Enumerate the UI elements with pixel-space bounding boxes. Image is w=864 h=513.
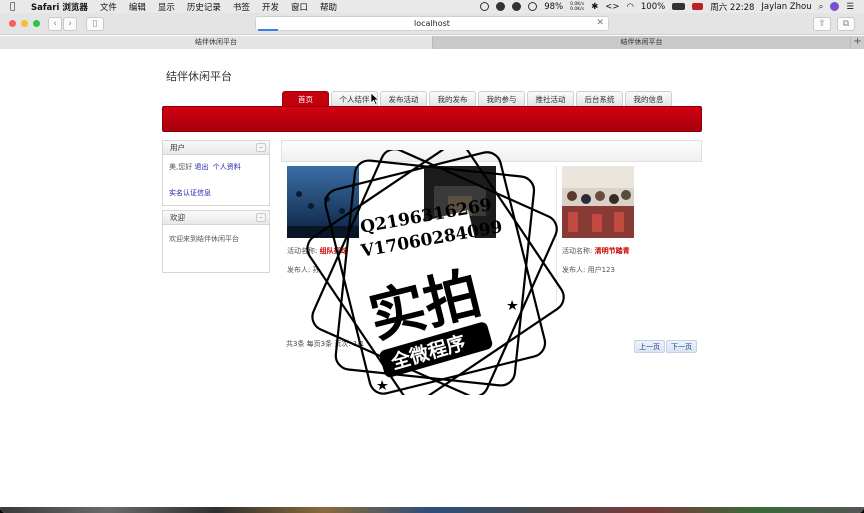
- menu-history[interactable]: 历史记录: [187, 1, 221, 13]
- tab-overview-icon[interactable]: ⧉: [837, 17, 855, 31]
- screen:  Safari 浏览器 文件 编辑 显示 历史记录 书签 开发 窗口 帮助 9…: [0, 0, 864, 513]
- safari-toolbar: ‹ › ▯ localhost ✕ ⇧ ⧉: [0, 13, 864, 35]
- menu-develop[interactable]: 开发: [262, 1, 279, 13]
- welcome-panel-header: 欢迎 –: [163, 211, 269, 225]
- loading-progress: [258, 29, 278, 31]
- verify-link[interactable]: 实名认证信息: [169, 189, 211, 197]
- minimize-window-icon[interactable]: [21, 20, 28, 27]
- qq-icon[interactable]: [512, 2, 522, 11]
- net-down-text: 0.0K/s: [570, 6, 585, 12]
- menu-file[interactable]: 文件: [100, 1, 117, 13]
- clock[interactable]: 周六 22:28: [710, 1, 754, 13]
- next-page-button[interactable]: 下一页: [666, 340, 697, 353]
- battery-ring-icon[interactable]: [528, 2, 538, 11]
- web-page: 结伴休闲平台 首页 个人结伴 发布活动 我的发布 我的参与 推社活动 后台系统 …: [0, 50, 864, 510]
- back-button[interactable]: ‹: [48, 17, 62, 31]
- nav-my-publish[interactable]: 我的发布: [429, 91, 476, 106]
- menu-window[interactable]: 窗口: [291, 1, 308, 13]
- menu-view[interactable]: 显示: [158, 1, 175, 13]
- notification-center-icon[interactable]: ☰: [846, 2, 854, 12]
- activity-name-line: 活动名称: 清明节踏青: [562, 246, 692, 256]
- macos-menubar:  Safari 浏览器 文件 编辑 显示 历史记录 书签 开发 窗口 帮助 9…: [0, 0, 864, 13]
- record-icon[interactable]: [480, 2, 490, 11]
- collapse-user-panel-button[interactable]: –: [256, 143, 266, 152]
- stop-loading-icon[interactable]: ✕: [596, 17, 604, 30]
- activity-name[interactable]: 清明节踏青: [595, 247, 630, 255]
- welcome-panel: 欢迎 – 欢迎来到结伴休闲平台: [162, 210, 270, 273]
- menu-bookmarks[interactable]: 书签: [233, 1, 250, 13]
- browser-tab-1[interactable]: 结伴休闲平台: [0, 36, 432, 49]
- greeting-text: 美,您好: [169, 163, 193, 171]
- activity-publisher-line: 发布人: 用户123: [562, 265, 692, 275]
- menu-app-safari[interactable]: Safari 浏览器: [31, 1, 88, 13]
- close-window-icon[interactable]: [9, 20, 16, 27]
- user-panel-header: 用户 –: [163, 141, 269, 155]
- status-area: 98% 0.0K/s 0.0K/s ✱ <> ◠ 100% 周六 22:28 J…: [480, 0, 854, 13]
- welcome-text: 欢迎来到结伴休闲平台: [169, 235, 239, 243]
- nav-my-participation[interactable]: 我的参与: [478, 91, 525, 106]
- user-panel-title: 用户: [170, 143, 185, 152]
- site-nav: 首页 个人结伴 发布活动 我的发布 我的参与 推社活动 后台系统 我的信息: [282, 91, 672, 106]
- user-panel: 用户 – 美,您好 退出 个人资料 实名认证信息: [162, 140, 270, 206]
- nav-my-info[interactable]: 我的信息: [625, 91, 672, 106]
- wechat-icon[interactable]: [496, 2, 506, 11]
- siri-icon[interactable]: [830, 2, 840, 11]
- menu-edit[interactable]: 编辑: [129, 1, 146, 13]
- flag-icon[interactable]: [692, 3, 704, 10]
- menu-help[interactable]: 帮助: [320, 1, 337, 13]
- star-icon: [377, 380, 388, 390]
- star-icon: [507, 300, 518, 310]
- browser-tab-2-label: 结伴休闲平台: [620, 38, 663, 46]
- welcome-panel-body: 欢迎来到结伴休闲平台: [163, 225, 269, 251]
- sidebar-toggle-icon[interactable]: ▯: [86, 17, 104, 31]
- address-bar[interactable]: localhost ✕: [255, 16, 609, 31]
- battery-small-text: 98%: [544, 1, 564, 12]
- user-panel-body: 美,您好 退出 个人资料 实名认证信息: [163, 155, 269, 205]
- activity-card[interactable]: 活动名称: 清明节踏青 发布人: 用户123: [562, 166, 692, 298]
- forward-button[interactable]: ›: [63, 17, 77, 31]
- collapse-welcome-panel-button[interactable]: –: [256, 213, 266, 222]
- wifi-icon[interactable]: ◠: [626, 2, 633, 12]
- apple-icon[interactable]: : [10, 2, 19, 12]
- header-banner: [162, 106, 702, 132]
- macos-dock[interactable]: [0, 507, 864, 513]
- watermark-stamp: Q2196316269 V17060284099 实拍 全微程序: [306, 150, 565, 395]
- nav-publish-activity[interactable]: 发布活动: [380, 91, 427, 106]
- nav-home[interactable]: 首页: [282, 91, 329, 106]
- mouse-cursor-icon: [371, 93, 379, 105]
- prev-page-button[interactable]: 上一页: [634, 340, 665, 353]
- code-icon[interactable]: <>: [605, 2, 619, 12]
- zoom-window-icon[interactable]: [33, 20, 40, 27]
- bluetooth-icon[interactable]: ✱: [591, 2, 598, 12]
- site-title: 结伴休闲平台: [166, 70, 232, 83]
- publisher-name: 用户123: [587, 266, 615, 274]
- new-tab-button[interactable]: +: [850, 36, 864, 49]
- battery-icon[interactable]: [672, 3, 686, 10]
- nav-club-activity[interactable]: 推社活动: [527, 91, 574, 106]
- share-icon[interactable]: ⇧: [813, 17, 831, 31]
- welcome-panel-title: 欢迎: [170, 213, 185, 222]
- battery-text: 100%: [640, 1, 666, 12]
- address-text[interactable]: localhost: [414, 19, 450, 28]
- browser-tab-1-label: 结伴休闲平台: [195, 38, 237, 46]
- spotlight-icon[interactable]: ⌕: [819, 2, 824, 12]
- user-name[interactable]: Jaylan Zhou: [761, 2, 811, 12]
- safari-tabbar: 结伴休闲平台 结伴休闲平台 +: [0, 36, 864, 49]
- profile-link[interactable]: 个人资料: [213, 163, 241, 171]
- browser-tab-2[interactable]: 结伴休闲平台: [432, 36, 850, 49]
- logout-link[interactable]: 退出: [194, 163, 208, 171]
- nav-admin-system[interactable]: 后台系统: [576, 91, 623, 106]
- network-speed: 0.0K/s 0.0K/s: [570, 2, 584, 12]
